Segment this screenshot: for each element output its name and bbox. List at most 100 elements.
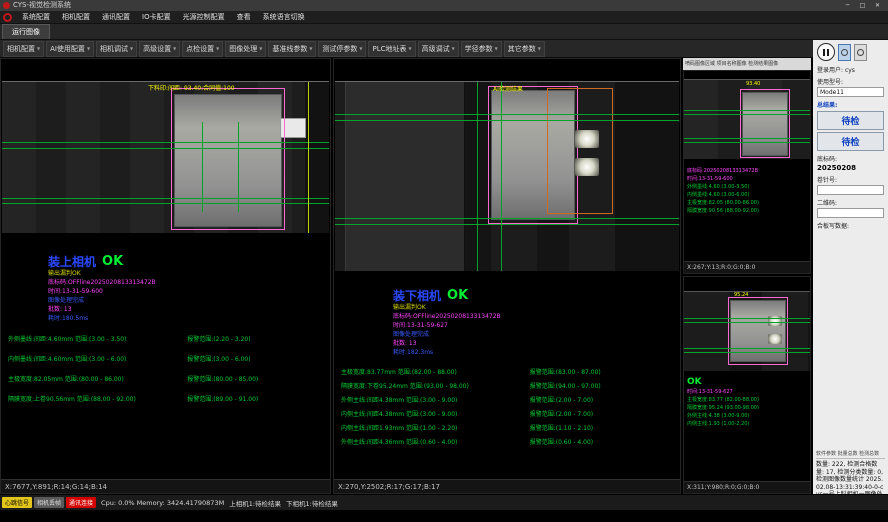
process-line: 图像处理完成 [393,330,678,339]
misjudge-line: 输出漏判OK [393,304,678,312]
toolbar-item[interactable]: 相机配置▼ [3,41,44,57]
status-bar: 心跳信号相机丢帧通讯连接 Cpu: 0.0% Memory: 3424.4179… [0,494,888,510]
tab-row: 运行图像 [0,24,888,40]
toolbar-item[interactable]: AI使用配置▼ [46,41,94,57]
result-box-2: 待检 [817,132,884,151]
camera-title: 装上相机 [48,255,96,269]
menu-items: 系统配置相机配置通讯配置IO卡配置光源控制配置查看系统语言切换 [16,11,311,24]
alarm-range-value: 报警范围:(2.00 - 7.00) [530,395,678,404]
batch-line: 批数: 13 [48,305,328,314]
chevron-down-icon: ▼ [309,46,312,51]
roi-box [171,88,285,230]
result-ok-badge: OK [447,288,468,303]
minimize-icon[interactable]: ─ [840,0,855,11]
process-line: 图像处理完成 [48,296,328,305]
toolbar-item-label: 相机调试 [100,44,128,54]
toolbar-item[interactable]: 图像处理▼ [225,41,266,57]
sidebar-button-row [817,43,884,61]
camera2-status: 下相机1:待检结果 [286,498,338,508]
toolbar-item-label: 学径参数 [465,44,493,54]
toolbar-item-label: 测试停参数 [322,44,357,54]
toolbar-item[interactable]: 高级设置▼ [139,41,180,57]
edge-line [308,82,309,233]
result-line: OK [687,377,810,388]
menu-item[interactable]: 查看 [231,11,257,24]
toolbar-item[interactable]: 学径参数▼ [461,41,502,57]
baseline-line [2,148,329,149]
toolbar-item[interactable]: 基准线参数▼ [268,41,316,57]
tab-run-image[interactable]: 运行图像 [2,24,50,39]
model-value-box[interactable]: Mode11 [817,87,884,97]
menu-item[interactable]: 相机配置 [56,11,96,24]
code-value: 20250208 [817,164,884,172]
ai-roi-box [547,88,613,214]
result-line: 时间:13-31-59-600 [687,175,810,183]
result-line: 外侧主线:4.38 (3.00-9.00) [687,412,810,420]
measurement-row: 外侧主线:间距4.38mm 范围:(3.00 - 9.00)报警范围:(2.00… [341,395,678,404]
baseline-line [2,198,329,199]
upper-result-block: 装上相机OK 输出漏判OK 底标码:OFFline202502081331347… [8,251,328,403]
toolbar-item[interactable]: 点检设置▼ [182,41,223,57]
baseline-line [684,142,810,143]
time-line: 时间:13-31-59-600 [48,287,328,296]
camera1-status: 上相机1:待检结果 [229,498,281,508]
chevron-down-icon: ▼ [359,46,362,51]
camera-2-view-button[interactable] [854,44,867,61]
total-result-label: 总结果: [817,102,837,109]
pause-button[interactable] [817,43,835,61]
maximize-icon[interactable]: □ [855,0,870,11]
menu-item[interactable]: IO卡配置 [136,11,177,24]
baseline-line [684,318,810,319]
measure-line [501,82,502,271]
alarm-range-value: 报警范围:(2.20 - 3.20) [187,334,328,343]
write-row: 合板写数据: [817,221,884,230]
alarm-range-value: 报警范围:(2.00 - 7.00) [530,409,678,418]
toolbar-item-label: AI使用配置 [50,44,85,54]
toolbar-item[interactable]: 其它参数▼ [504,41,545,57]
toolbar-item[interactable]: 高级调试▼ [418,41,459,57]
close-icon[interactable]: ✕ [870,0,885,11]
reflective-tab [575,130,599,148]
reflective-tab [768,334,782,344]
result-ok-badge: OK [102,254,123,269]
preview-result-text-2: OK时间:13-31-59-627主极宽度:83.77 (82.00-88.00… [687,377,810,428]
model-label: 使用型号: [817,79,843,86]
preview-image-1[interactable]: 93.40 [684,79,810,159]
alarm-range-value: 报警范围:(80.00 - 85.00) [187,374,328,383]
right-sidebar: 登录用户: cys 使用型号: Mode11 总结果: 待检 待检 底标码: 2… [813,40,888,510]
preview-image-2[interactable]: 95.24 [684,291,810,371]
status-badge: 相机丢帧 [34,497,64,508]
upper-camera-image[interactable]: 下料印:间距: 93.40:合同值:100 [2,81,329,233]
preview-panel-1: 93.40 底标码:2025020813313472B时间:13-31-59-6… [683,70,811,274]
measurement-rows: 外侧墨线:间距:4.60mm 范围:(3.00 - 3.50)报警范围:(2.2… [8,334,328,403]
toolbar-item[interactable]: PLC地址表▼ [368,41,415,57]
camera-title: 装下相机 [393,289,441,303]
menu-item[interactable]: 系统配置 [16,11,56,24]
result-line: 外侧墨线:4.60 (3.00-3.50) [687,183,810,191]
needle-value-box[interactable] [817,185,884,195]
alarm-range-value: 报警范围:(3.00 - 6.00) [187,354,328,363]
menu-item[interactable]: 系统语言切换 [257,11,311,24]
reflective-tab [575,158,599,176]
titlebar: CYS-视觉检测系统 ─ □ ✕ [0,0,888,11]
lower-pixel-coords: X:270,Y:2502;R:17;G:17;B:17 [334,479,680,493]
measurement-rows: 主极宽度:83.77mm 范围:(82.00 - 88.00)报警范围:(83.… [341,367,678,446]
stats-tabs[interactable]: 软件参数 批量总数 检测总数 [816,450,885,459]
toolbar-item[interactable]: 相机调试▼ [96,41,137,57]
menu-item[interactable]: 通讯配置 [96,11,136,24]
lower-camera-image[interactable]: AI检测结果 [335,81,679,271]
qr-value-box[interactable] [817,208,884,218]
overlay-measurement-label: 93.40 [746,81,760,87]
result-header: 装下相机OK 输出漏判OK 底标码:OFFline202502081331347… [393,285,678,357]
window-controls: ─ □ ✕ [840,0,885,11]
pause-icon [827,49,829,56]
chevron-down-icon: ▼ [173,46,176,51]
result-line: 内侧主线:1.93 (1.00-2.20) [687,420,810,428]
baseline-line [2,142,329,143]
measurement-row: 主极宽度:82.05mm 范围:(80.00 - 86.00)报警范围:(80.… [8,374,328,383]
toolbar-item[interactable]: 测试停参数▼ [318,41,366,57]
camera-1-view-button[interactable] [838,44,851,61]
upper-pixel-coords: X:7677,Y:891;R:14;G:14;B:14 [1,479,330,493]
menu-item[interactable]: 光源控制配置 [177,11,231,24]
chevron-down-icon: ▼ [130,46,133,51]
